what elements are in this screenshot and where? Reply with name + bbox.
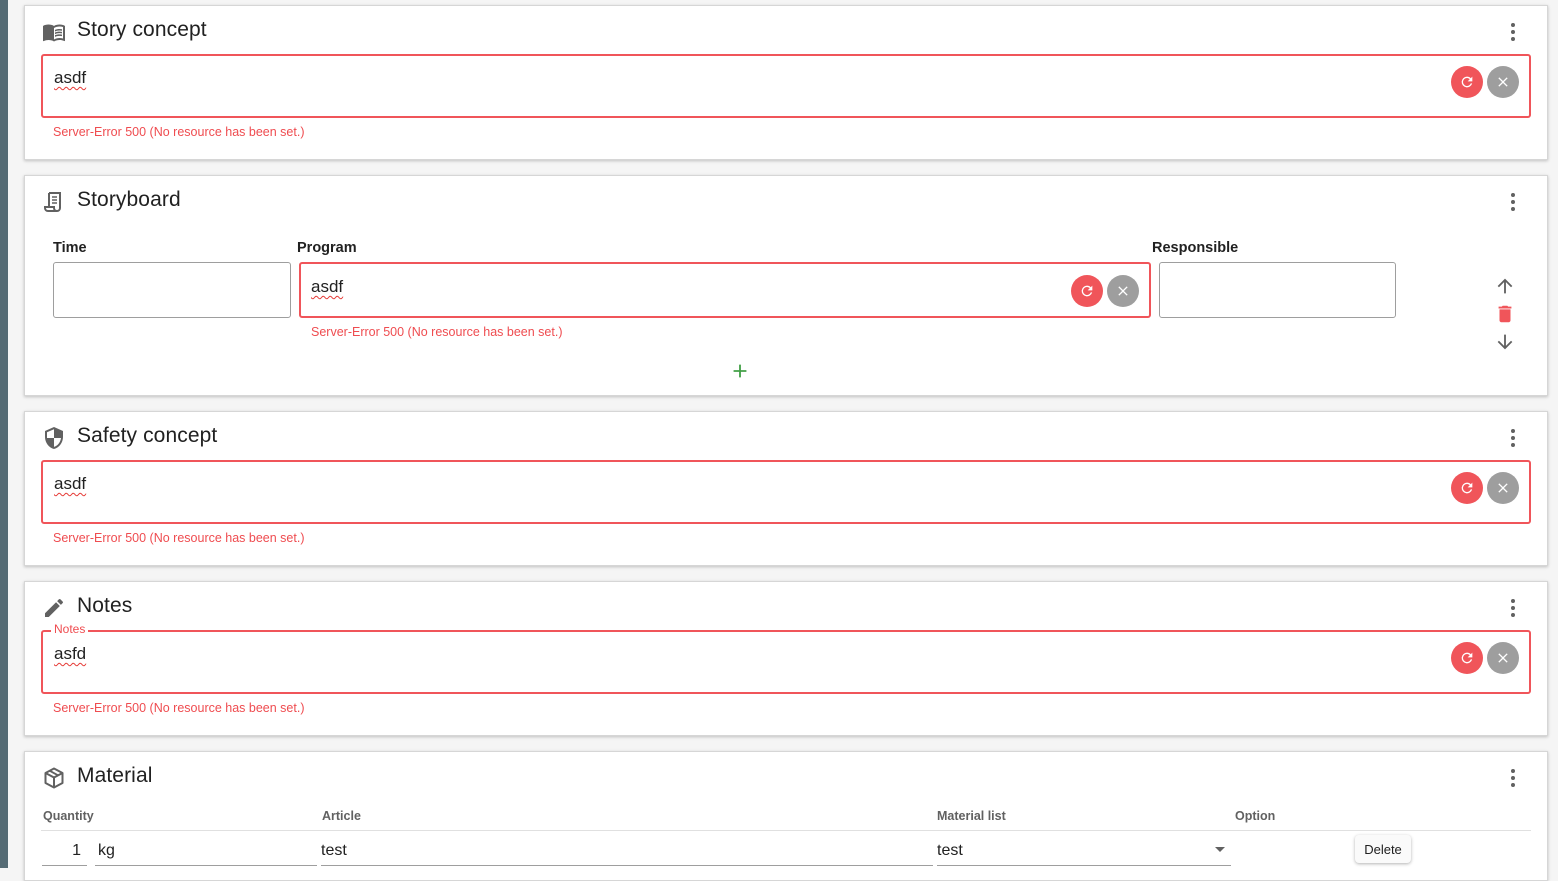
cube-icon — [42, 766, 66, 790]
column-label-program: Program — [297, 240, 357, 256]
book-open-icon — [42, 20, 66, 44]
move-up-button[interactable] — [1494, 275, 1516, 297]
unit-input[interactable]: kg — [95, 840, 317, 866]
field-legend: Notes — [51, 622, 89, 636]
card-header: Material — [25, 752, 1547, 800]
card-title: Story concept — [77, 18, 207, 41]
card-title: Material — [77, 764, 153, 787]
refresh-icon — [1081, 285, 1093, 297]
material-list-select[interactable]: test — [937, 840, 1231, 866]
responsible-input[interactable] — [1159, 262, 1396, 318]
card-title: Storyboard — [77, 188, 181, 211]
time-input[interactable] — [53, 262, 291, 318]
card-header: Safety concept — [25, 412, 1547, 460]
delete-button[interactable]: Delete — [1355, 835, 1411, 863]
article-input[interactable]: test — [321, 840, 933, 866]
card-title: Safety concept — [77, 424, 218, 447]
more-vert-icon[interactable] — [1501, 190, 1525, 214]
close-icon — [1118, 286, 1128, 296]
retry-button[interactable] — [1071, 275, 1103, 307]
column-header-quantity: Quantity — [43, 809, 94, 823]
clear-button[interactable] — [1107, 275, 1139, 307]
article-value[interactable]: test — [321, 842, 347, 859]
story-concept-field[interactable]: asdf — [41, 54, 1531, 118]
material-card: Material Quantity Article Material list … — [24, 751, 1548, 881]
safety-concept-card: Safety concept asdf Server-Error 500 (No… — [24, 411, 1548, 566]
refresh-icon — [1461, 482, 1473, 494]
card-header: Notes — [25, 582, 1547, 630]
field-value[interactable]: asdf — [311, 277, 343, 297]
retry-button[interactable] — [1451, 642, 1483, 674]
retry-button[interactable] — [1451, 66, 1483, 98]
dropdown-arrow-icon — [1215, 847, 1225, 852]
clear-button[interactable] — [1487, 66, 1519, 98]
more-vert-icon[interactable] — [1501, 426, 1525, 450]
clear-button[interactable] — [1487, 642, 1519, 674]
notes-card: Notes Notes asfd Server-Error 500 (No re… — [24, 581, 1548, 736]
column-label-time: Time — [53, 240, 87, 256]
error-message: Server-Error 500 (No resource has been s… — [53, 125, 305, 139]
column-header-option: Option — [1235, 809, 1276, 823]
trash-icon — [1498, 305, 1512, 323]
header-divider — [41, 830, 1531, 831]
error-message: Server-Error 500 (No resource has been s… — [311, 325, 563, 339]
more-vert-icon[interactable] — [1501, 766, 1525, 790]
close-icon — [1498, 653, 1508, 663]
clear-button[interactable] — [1487, 472, 1519, 504]
quantity-value[interactable]: 1 — [72, 842, 81, 859]
card-title: Notes — [77, 594, 133, 617]
more-vert-icon[interactable] — [1501, 596, 1525, 620]
delete-row-button[interactable] — [1494, 303, 1516, 325]
card-header: Story concept — [25, 6, 1547, 54]
retry-button[interactable] — [1451, 472, 1483, 504]
arrow-up-icon — [1497, 278, 1513, 294]
pencil-icon — [42, 596, 66, 620]
arrow-down-icon — [1497, 334, 1513, 350]
error-message: Server-Error 500 (No resource has been s… — [53, 531, 305, 545]
close-icon — [1498, 483, 1508, 493]
safety-concept-field[interactable]: asdf — [41, 460, 1531, 524]
move-down-button[interactable] — [1494, 331, 1516, 353]
card-header: Storyboard — [25, 176, 1547, 224]
error-message: Server-Error 500 (No resource has been s… — [53, 701, 305, 715]
unit-value[interactable]: kg — [98, 842, 115, 859]
plus-icon — [733, 364, 747, 378]
field-value[interactable]: asfd — [54, 644, 86, 664]
more-vert-icon[interactable] — [1501, 20, 1525, 44]
close-icon — [1498, 77, 1508, 87]
program-field[interactable]: asdf — [299, 262, 1151, 318]
script-icon — [42, 190, 66, 214]
notes-field[interactable]: Notes asfd — [41, 622, 1531, 694]
left-edge-strip — [0, 0, 8, 868]
field-value[interactable]: asdf — [54, 474, 86, 494]
quantity-input[interactable]: 1 — [42, 840, 87, 866]
field-value[interactable]: asdf — [54, 68, 86, 88]
column-header-material-list: Material list — [937, 809, 1006, 823]
column-header-article: Article — [322, 809, 361, 823]
refresh-icon — [1461, 76, 1473, 88]
story-concept-card: Story concept asdf Server-Error 500 (No … — [24, 5, 1548, 160]
material-list-value[interactable]: test — [937, 842, 963, 859]
refresh-icon — [1461, 652, 1473, 664]
shield-icon — [42, 426, 66, 450]
add-row-button[interactable] — [729, 360, 751, 382]
storyboard-card: Storyboard Time Program Responsible asdf… — [24, 175, 1548, 396]
column-label-responsible: Responsible — [1152, 240, 1239, 256]
